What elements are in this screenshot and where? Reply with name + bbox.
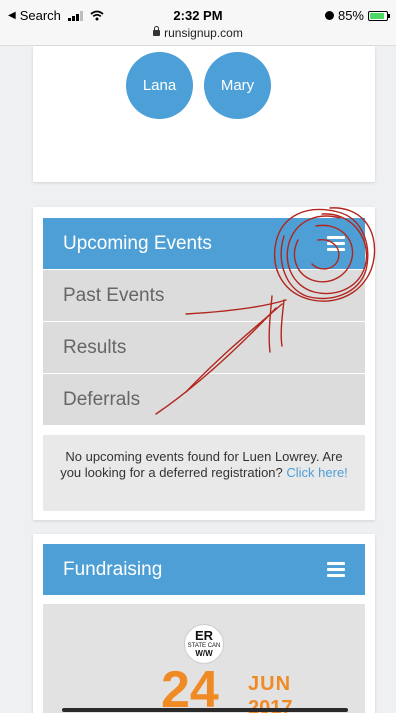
event-date-month: JUN <box>248 673 292 695</box>
nav-item-label: Past Events <box>63 284 165 306</box>
deferred-registration-link[interactable]: Click here! <box>286 465 347 480</box>
fundraising-header[interactable]: Fundraising <box>43 544 365 595</box>
logo-text: W/W <box>195 649 213 658</box>
member-avatar-mary[interactable]: Mary <box>204 52 271 119</box>
nav-item-results[interactable]: Results <box>43 322 365 373</box>
lock-icon <box>153 26 161 36</box>
member-avatar-lana[interactable]: Lana <box>126 52 193 119</box>
upcoming-events-header[interactable]: Upcoming Events <box>43 218 365 269</box>
logo-text: ER <box>194 628 214 643</box>
event-date-day: 24 <box>161 661 219 713</box>
page: ◀ Search 2:32 PM runsignup.com 85% Lana … <box>0 0 396 713</box>
no-events-notice: No upcoming events found for Luen Lowrey… <box>43 435 365 511</box>
panel-title: Fundraising <box>63 558 163 580</box>
home-indicator <box>62 708 348 712</box>
url-text: runsignup.com <box>164 26 243 40</box>
event-logo: ER STATE CAN W/W <box>184 624 224 664</box>
nav-item-label: Deferrals <box>63 388 141 410</box>
fundraising-event[interactable]: ER STATE CAN W/W 24 JUN 2017 <box>43 604 365 713</box>
team-card <box>33 46 375 182</box>
hamburger-menu-icon[interactable] <box>327 562 345 577</box>
nav-item-past-events[interactable]: Past Events <box>43 270 365 321</box>
status-bar: ◀ Search 2:32 PM runsignup.com 85% <box>0 0 396 46</box>
alarm-icon <box>324 11 334 20</box>
panel-title: Upcoming Events <box>63 232 212 254</box>
nav-item-label: Results <box>63 336 127 358</box>
status-right: 85% <box>324 8 390 23</box>
hamburger-menu-icon[interactable] <box>327 236 345 251</box>
battery-percent: 85% <box>337 8 364 23</box>
member-name: Mary <box>220 77 255 94</box>
nav-item-deferrals[interactable]: Deferrals <box>43 374 365 425</box>
address-bar[interactable]: runsignup.com <box>0 26 396 40</box>
member-name: Lana <box>142 77 177 94</box>
battery-icon <box>368 10 390 21</box>
